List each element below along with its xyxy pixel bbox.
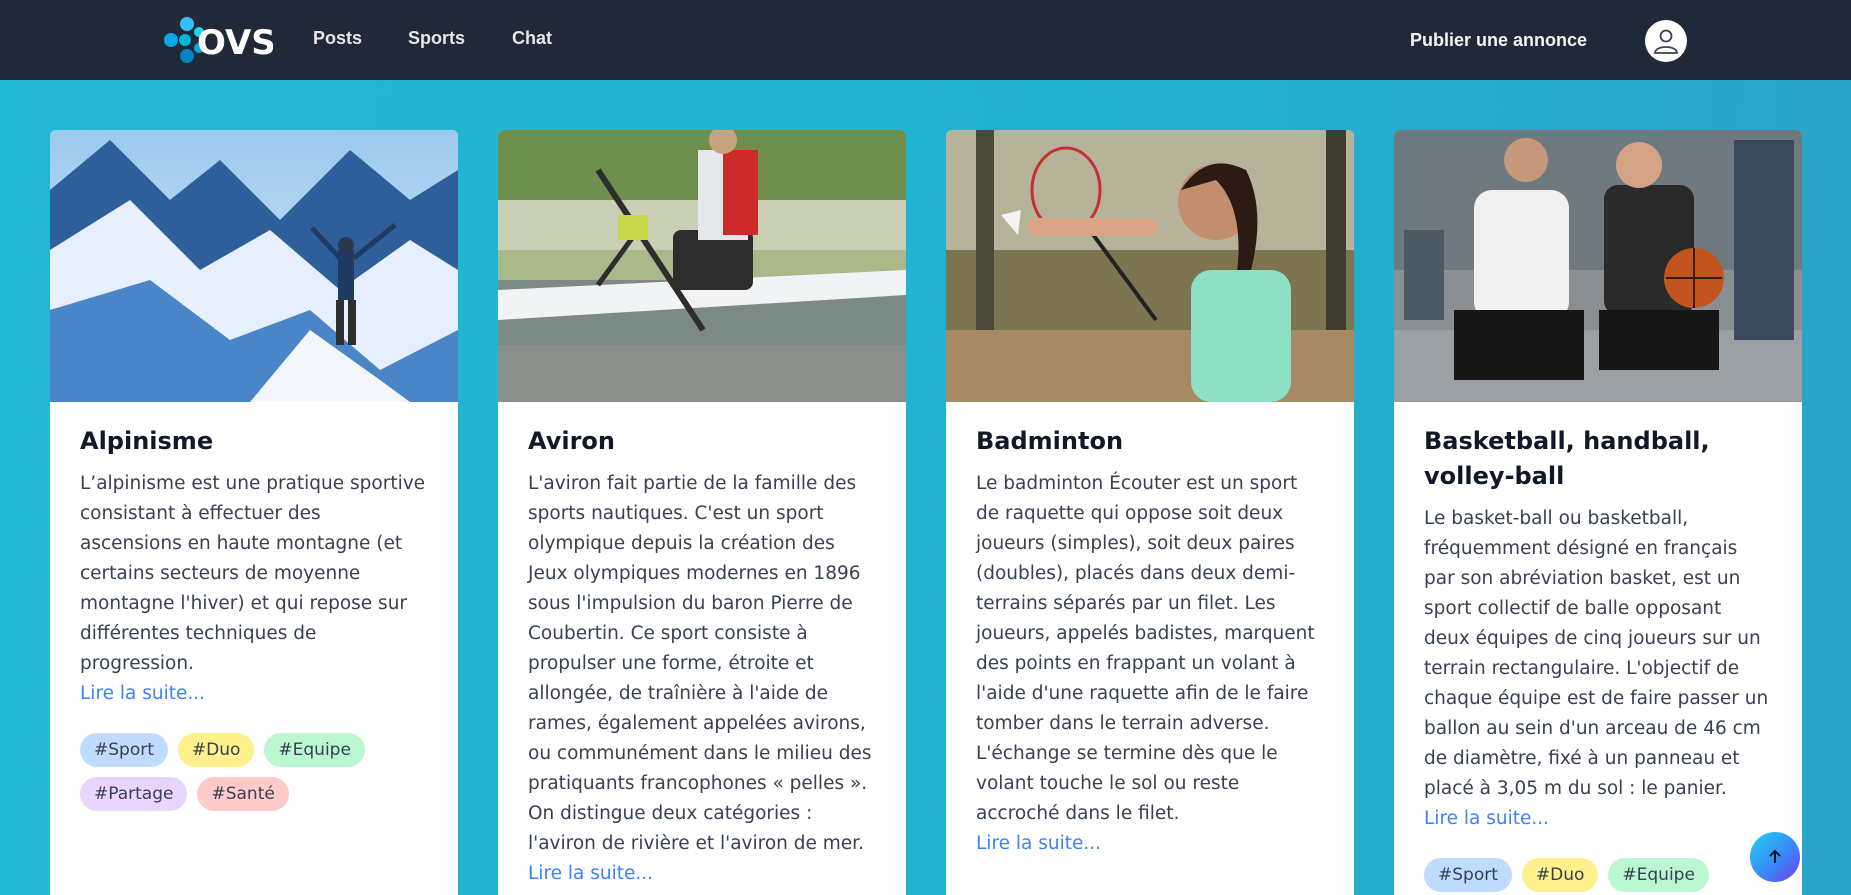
card-title: Badminton: [976, 427, 1124, 455]
card-description: L’alpinisme est une pratique sportive co…: [80, 473, 426, 674]
tag-list: #Sport #Duo #Equipe: [1424, 858, 1772, 892]
logo-icon: OVS: [164, 17, 276, 63]
read-more-link[interactable]: Lire la suite...: [1424, 804, 1772, 834]
tag[interactable]: #Equipe: [264, 733, 365, 767]
scroll-to-top-button[interactable]: [1750, 832, 1800, 882]
sport-card: Badminton Le badminton Écouter est un sp…: [946, 130, 1354, 895]
tag[interactable]: #Sport: [1424, 858, 1512, 892]
card-title: Alpinisme: [80, 427, 214, 455]
tag-list: #Sport #Duo #Equipe #Partage #Santé: [80, 733, 428, 811]
basketball-image: [1394, 130, 1802, 402]
tag[interactable]: #Partage: [80, 777, 188, 811]
sport-card: Alpinisme L’alpinisme est une pratique s…: [50, 130, 458, 895]
card-description: Le badminton Écouter est un sport de raq…: [976, 473, 1315, 824]
read-more-link[interactable]: Lire la suite...: [976, 829, 1324, 859]
tag[interactable]: #Duo: [1521, 858, 1599, 892]
card-description: L'aviron fait partie de la famille des s…: [528, 473, 872, 854]
tag[interactable]: #Sport: [80, 733, 168, 767]
publish-ad-link[interactable]: Publier une annonce: [1410, 30, 1587, 51]
read-more-link[interactable]: Lire la suite...: [80, 679, 428, 709]
user-icon: [1654, 29, 1678, 54]
alpinisme-image: [50, 130, 458, 402]
sport-card: Aviron L'aviron fait partie de la famill…: [498, 130, 906, 895]
svg-text:OVS: OVS: [197, 23, 273, 63]
badminton-image: [946, 130, 1354, 402]
ovs-logo[interactable]: OVS: [163, 14, 276, 66]
card-description: Le basket-ball ou basketball, fréquemmen…: [1424, 508, 1769, 799]
aviron-image: [498, 130, 906, 402]
nav-link-posts[interactable]: Posts: [313, 28, 362, 49]
tag[interactable]: #Santé: [197, 777, 289, 811]
tag[interactable]: #Duo: [177, 733, 255, 767]
arrow-up-icon: [1769, 849, 1781, 863]
sport-card: Basketball, handball, volley-ball Le bas…: [1394, 130, 1802, 895]
card-title: Aviron: [528, 427, 615, 455]
nav-link-sports[interactable]: Sports: [408, 28, 465, 49]
nav-link-chat[interactable]: Chat: [512, 28, 552, 49]
avatar-button[interactable]: [1645, 20, 1687, 62]
navbar: OVS Posts Sports Chat Publier une annonc…: [0, 0, 1851, 80]
tag[interactable]: #Equipe: [1608, 858, 1709, 892]
card-title: Basketball, handball, volley-ball: [1424, 427, 1710, 490]
read-more-link[interactable]: Lire la suite...: [528, 859, 876, 889]
